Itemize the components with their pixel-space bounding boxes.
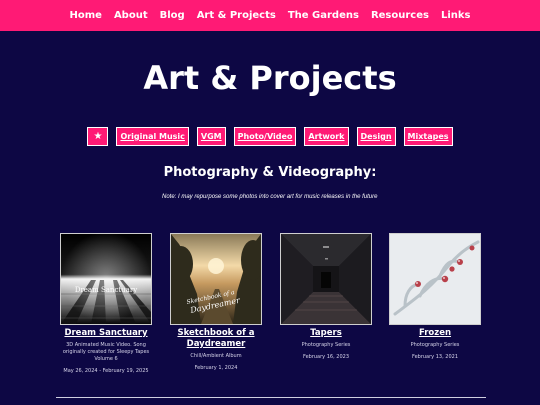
- section-note: Note: I may repurpose some photos into c…: [162, 194, 378, 200]
- section-divider: [56, 397, 486, 398]
- project-card: Dream Sanctuary Dream Sanctuary 3D Anima…: [60, 233, 152, 375]
- card-date: May 26, 2024 - February 19, 2025: [63, 368, 149, 374]
- page-title: Art & Projects: [143, 59, 397, 97]
- filter-original-music[interactable]: Original Music: [116, 127, 189, 146]
- card-description: 3D Animated Music Video. Song originally…: [62, 342, 150, 362]
- nav-link-art-projects[interactable]: Art & Projects: [197, 10, 276, 21]
- nav-link-about[interactable]: About: [114, 10, 148, 21]
- image-caption: Dream Sanctuary: [75, 286, 137, 294]
- tapers-thumbnail[interactable]: [280, 233, 372, 325]
- card-title-link[interactable]: Frozen: [389, 328, 481, 339]
- project-card: Tapers Photography Series February 16, 2…: [280, 233, 372, 361]
- filter-design[interactable]: Design: [356, 127, 396, 146]
- filter-mixtapes[interactable]: Mixtapes: [403, 127, 453, 146]
- star-filter-button[interactable]: ★: [87, 127, 109, 146]
- nav-link-links[interactable]: Links: [441, 10, 471, 21]
- project-card: Sketchbook of a Daydreamer Sketchbook of…: [170, 233, 262, 372]
- card-title-link[interactable]: Sketchbook of a Daydreamer: [170, 328, 262, 350]
- filter-vgm[interactable]: VGM: [196, 127, 226, 146]
- frozen-thumbnail[interactable]: [389, 233, 481, 325]
- nav-link-the-gardens[interactable]: The Gardens: [288, 10, 359, 21]
- category-filter-bar: ★ Original Music VGM Photo/Video Artwork…: [0, 127, 540, 146]
- nav-link-home[interactable]: Home: [69, 10, 101, 21]
- filter-photo-video[interactable]: Photo/Video: [233, 127, 297, 146]
- top-navigation: Home About Blog Art & Projects The Garde…: [0, 0, 540, 31]
- dream-sanctuary-thumbnail[interactable]: Dream Sanctuary: [60, 233, 152, 325]
- card-description: Photography Series: [410, 342, 460, 348]
- hallway-image: [281, 234, 371, 324]
- card-title-link[interactable]: Tapers: [280, 328, 372, 339]
- card-title-link[interactable]: Dream Sanctuary: [60, 328, 152, 339]
- nav-link-blog[interactable]: Blog: [160, 10, 185, 21]
- checkerboard-image: Dream Sanctuary: [61, 234, 151, 324]
- frozen-berries-image: [390, 234, 480, 324]
- card-description: Chill/Ambient Album: [190, 353, 242, 359]
- sketchbook-thumbnail[interactable]: Sketchbook of a Daydreamer: [170, 233, 262, 325]
- project-card: Frozen Photography Series February 13, 2…: [389, 233, 481, 361]
- card-date: February 1, 2024: [194, 365, 238, 371]
- card-date: February 13, 2021: [411, 354, 458, 360]
- nav-link-resources[interactable]: Resources: [371, 10, 429, 21]
- filter-artwork[interactable]: Artwork: [304, 127, 349, 146]
- card-description: Photography Series: [301, 342, 351, 348]
- card-date: February 16, 2023: [302, 354, 349, 360]
- sunset-trees-image: Sketchbook of a Daydreamer: [171, 234, 261, 324]
- section-heading: Photography & Videography:: [163, 165, 377, 180]
